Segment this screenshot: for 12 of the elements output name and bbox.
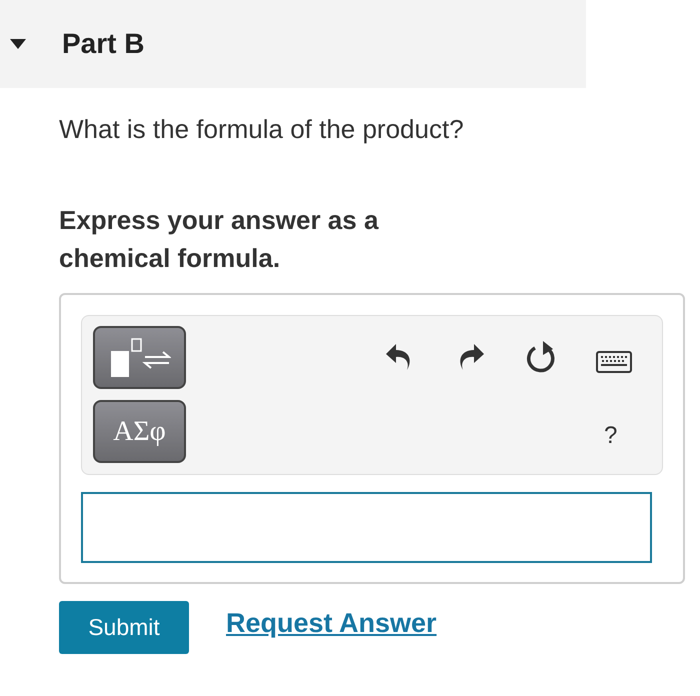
instruction-text: Express your answer as a chemical formula.	[59, 204, 380, 275]
template-icon	[108, 336, 170, 378]
answer-field[interactable]	[81, 492, 652, 563]
request-answer-link[interactable]: Request Answer	[226, 603, 437, 644]
keyboard-icon[interactable]	[596, 351, 632, 373]
template-button[interactable]	[93, 326, 186, 389]
help-link[interactable]: ?	[604, 418, 618, 454]
part-title: Part B	[62, 27, 144, 61]
caret-icon[interactable]	[10, 39, 26, 49]
question-text: What is the formula of the product?	[59, 113, 465, 146]
symbols-button[interactable]: ΑΣφ	[93, 400, 186, 463]
submit-button[interactable]: Submit	[59, 601, 189, 654]
